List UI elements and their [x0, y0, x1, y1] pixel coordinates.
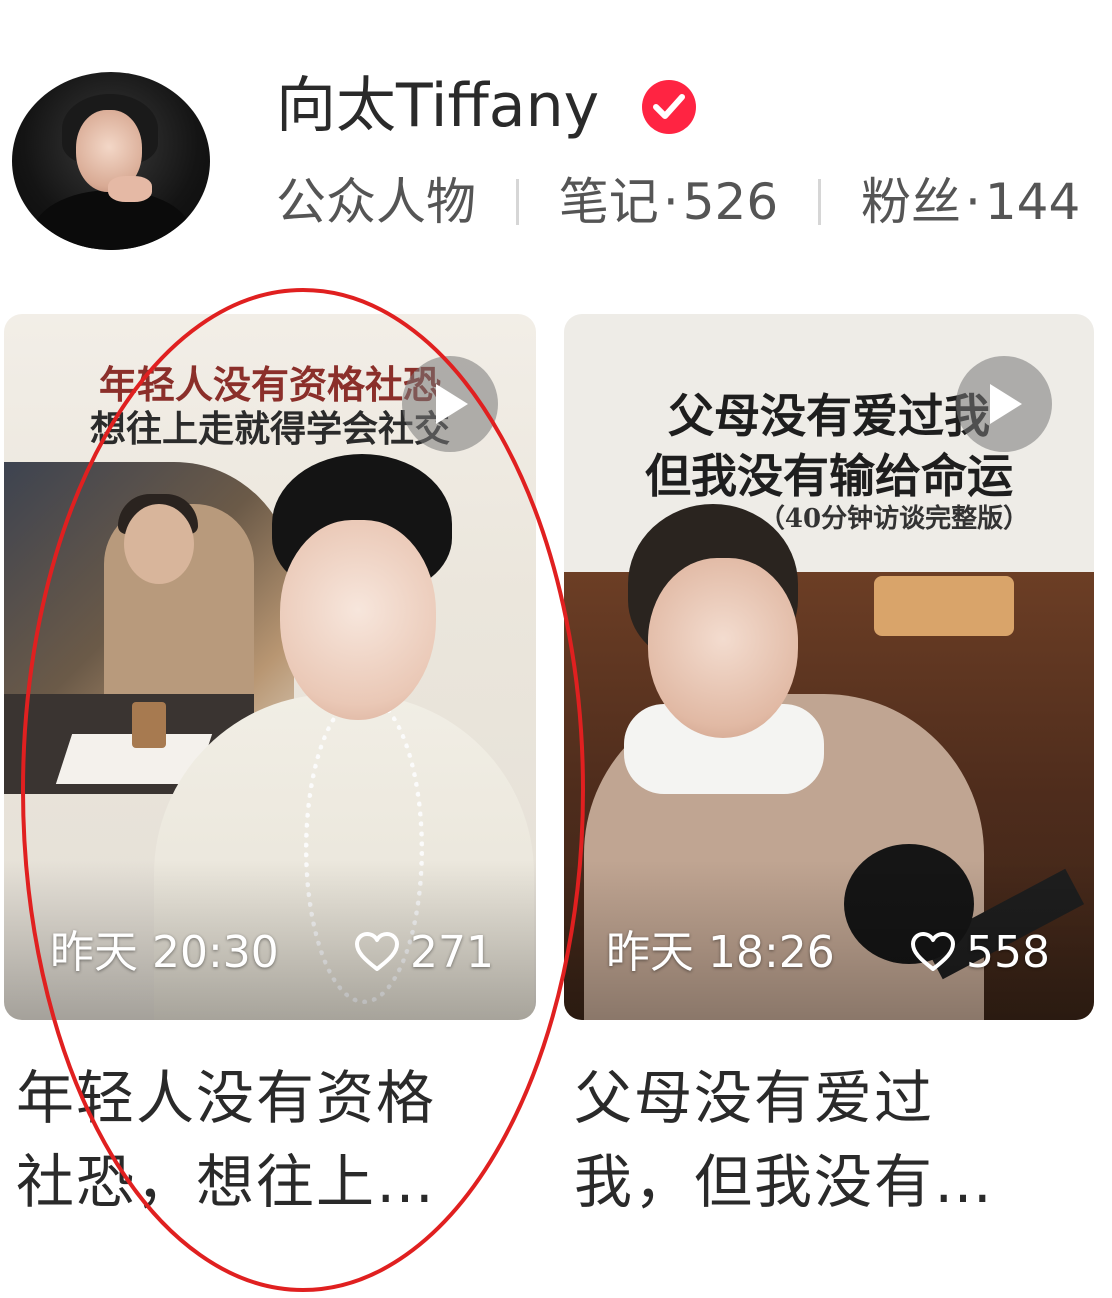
lamp-shape: [874, 576, 1014, 636]
note-title-line: 父母没有爱过: [574, 1064, 935, 1132]
fans-dot: ·: [964, 172, 981, 231]
profile-stats: 公众人物 笔记·526 粉丝·144: [276, 166, 1080, 231]
post-time: 昨天 18:26: [606, 927, 835, 978]
like-count[interactable]: 271: [354, 928, 494, 978]
note-title-line: 社恐，想往上…: [16, 1148, 437, 1216]
profile-category: 公众人物: [276, 172, 476, 231]
note-card-2[interactable]: 父母没有爱过我 但我没有输给命运 （40分钟访谈完整版） 昨天 18:26 55…: [564, 314, 1094, 1020]
fans-count[interactable]: 144: [985, 170, 1080, 234]
woman-face: [280, 520, 436, 720]
like-count-value: 271: [410, 927, 494, 978]
play-icon[interactable]: [956, 356, 1052, 452]
avatar[interactable]: [12, 72, 210, 250]
heart-icon[interactable]: [910, 931, 956, 973]
post-time: 昨天 20:30: [50, 927, 279, 978]
woman-face: [648, 558, 798, 738]
profile-name[interactable]: 向太Tiffany: [276, 70, 599, 142]
note-title-line: 年轻人没有资格: [16, 1064, 437, 1132]
note-card-1[interactable]: 年轻人没有资格社恐 想往上走就得学会社交 昨天 20:30 271: [4, 314, 536, 1020]
heart-icon[interactable]: [354, 931, 400, 973]
stat-divider: [515, 178, 519, 225]
man-head: [124, 504, 194, 584]
play-icon[interactable]: [402, 356, 498, 452]
notes-count[interactable]: 526: [683, 170, 778, 234]
avatar-body-shape: [32, 190, 192, 250]
cover-subtitle: （40分钟访谈完整版）: [758, 504, 1030, 534]
like-count-value: 558: [966, 927, 1050, 978]
note-title-2[interactable]: 父母没有爱过 我，但我没有…: [574, 1056, 1074, 1224]
avatar-hand-shape: [108, 176, 152, 202]
verified-badge-icon: [642, 80, 696, 134]
note-title-1[interactable]: 年轻人没有资格 社恐，想往上…: [16, 1056, 516, 1224]
notes-dot: ·: [662, 172, 679, 231]
coffee-cup-shape: [132, 702, 166, 748]
fans-label[interactable]: 粉丝: [861, 170, 961, 234]
like-count[interactable]: 558: [910, 928, 1050, 978]
notes-label[interactable]: 笔记: [559, 170, 659, 234]
note-title-line: 我，但我没有…: [574, 1148, 995, 1216]
stat-divider: [818, 178, 822, 225]
